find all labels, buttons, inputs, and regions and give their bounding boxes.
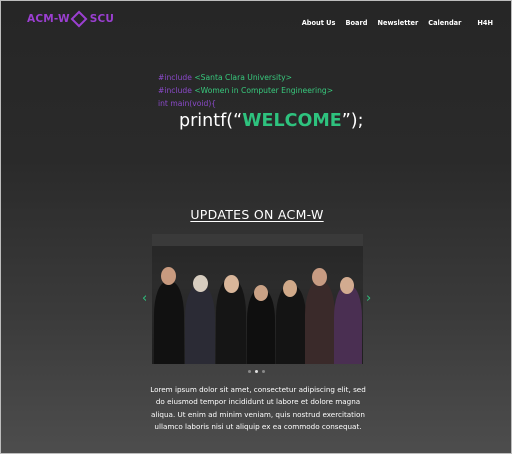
nav-item-h4h[interactable]: H4H bbox=[477, 19, 493, 27]
logo-text-right: SCU bbox=[89, 13, 115, 25]
updates-heading: UPDATES ON ACM-W bbox=[1, 207, 512, 222]
logo-text-left: ACM-W bbox=[27, 13, 70, 25]
photo-person-head bbox=[193, 275, 208, 292]
logo[interactable]: ACM-W SCU bbox=[27, 10, 115, 28]
photo-person-head bbox=[254, 285, 268, 301]
photo-person-head bbox=[283, 280, 297, 297]
nav-item-calendar[interactable]: Calendar bbox=[428, 19, 461, 27]
printf-suffix: ”); bbox=[341, 111, 364, 131]
carousel-dot[interactable] bbox=[248, 370, 251, 373]
nav-menu: About Us Board Newsletter Calendar H4H bbox=[302, 19, 493, 27]
photo-person-head bbox=[312, 268, 327, 286]
updates-description: Lorem ipsum dolor sit amet, consectetur … bbox=[150, 385, 366, 431]
photo-person bbox=[305, 282, 335, 364]
photo-person bbox=[185, 286, 215, 364]
photo-person-head bbox=[340, 277, 354, 294]
updates-title: UPDATES ON ACM-W bbox=[190, 207, 324, 222]
photo-person bbox=[334, 286, 362, 364]
chevron-left-icon[interactable]: ‹ bbox=[142, 291, 147, 306]
include-value: <Women in Computer Engineering> bbox=[194, 86, 334, 95]
photo-person bbox=[276, 286, 306, 364]
include-keyword: #include bbox=[158, 73, 192, 82]
include-keyword: #include bbox=[158, 86, 192, 95]
carousel-dot[interactable] bbox=[262, 370, 265, 373]
hero-code: #include <Santa Clara University> #inclu… bbox=[158, 71, 333, 110]
printf-prefix: printf(“ bbox=[179, 111, 243, 131]
photo-person bbox=[154, 282, 184, 364]
code-line-1: #include <Santa Clara University> bbox=[158, 71, 333, 84]
photo-ceiling bbox=[152, 234, 363, 246]
diamond-icon bbox=[70, 10, 88, 28]
printf-welcome: printf(“WELCOME”); bbox=[179, 111, 363, 131]
carousel-dot-active[interactable] bbox=[255, 370, 258, 373]
nav-item-about-us[interactable]: About Us bbox=[302, 19, 336, 27]
carousel-indicators bbox=[248, 370, 265, 373]
photo-person-head bbox=[224, 275, 239, 293]
chevron-right-icon[interactable]: › bbox=[366, 291, 371, 306]
code-line-3: int main(void){ bbox=[158, 99, 217, 108]
welcome-word: WELCOME bbox=[242, 111, 342, 131]
code-line-2: #include <Women in Computer Engineering> bbox=[158, 84, 333, 97]
nav-item-newsletter[interactable]: Newsletter bbox=[377, 19, 418, 27]
photo-person bbox=[247, 290, 275, 364]
carousel-photo bbox=[152, 234, 363, 364]
photo-person-head bbox=[161, 267, 176, 285]
top-nav: ACM-W SCU About Us Board Newsletter Cale… bbox=[1, 1, 512, 47]
nav-item-board[interactable]: Board bbox=[345, 19, 367, 27]
include-value: <Santa Clara University> bbox=[194, 73, 292, 82]
